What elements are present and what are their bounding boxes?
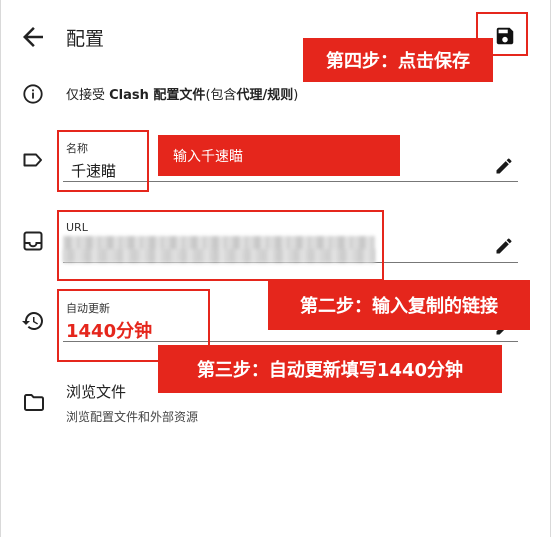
annotation-name-hint: 输入千速瞄	[158, 135, 400, 176]
folder-icon	[21, 390, 45, 414]
tag-label-icon	[21, 148, 45, 172]
info-icon	[22, 83, 44, 105]
info-text-suffix: )	[293, 88, 299, 103]
page-title: 配置	[66, 28, 105, 50]
arrow-left-icon	[23, 27, 43, 47]
browse-files-subtitle: 浏览配置文件和外部资源	[66, 410, 199, 424]
pencil-icon	[496, 238, 512, 254]
annotation-step4: 第四步：点击保存	[303, 38, 493, 82]
name-edit-button[interactable]	[494, 156, 516, 178]
screen-left-edge	[0, 0, 1, 537]
url-edit-button[interactable]	[494, 236, 516, 258]
annotation-step2: 第二步：输入复制的链接	[268, 280, 530, 330]
name-highlight-box	[57, 130, 149, 192]
info-text: 仅接受 Clash 配置文件(包含代理/规则)	[66, 84, 298, 103]
history-clock-icon	[21, 309, 45, 333]
info-text-prefix: 仅接受	[66, 88, 110, 103]
browse-files-title: 浏览文件	[66, 383, 127, 401]
inbox-tray-icon	[21, 229, 45, 253]
back-button[interactable]	[18, 22, 48, 52]
pencil-icon	[496, 158, 512, 174]
floppy-disk-icon	[496, 27, 514, 45]
info-text-bold-proxy: 代理/规则	[236, 88, 294, 103]
browse-files-row[interactable]: 浏览文件 浏览配置文件和外部资源	[0, 372, 551, 432]
info-text-mid: (包含	[205, 88, 237, 103]
info-text-bold-config: Clash 配置文件	[109, 88, 206, 103]
url-highlight-box	[57, 210, 384, 281]
